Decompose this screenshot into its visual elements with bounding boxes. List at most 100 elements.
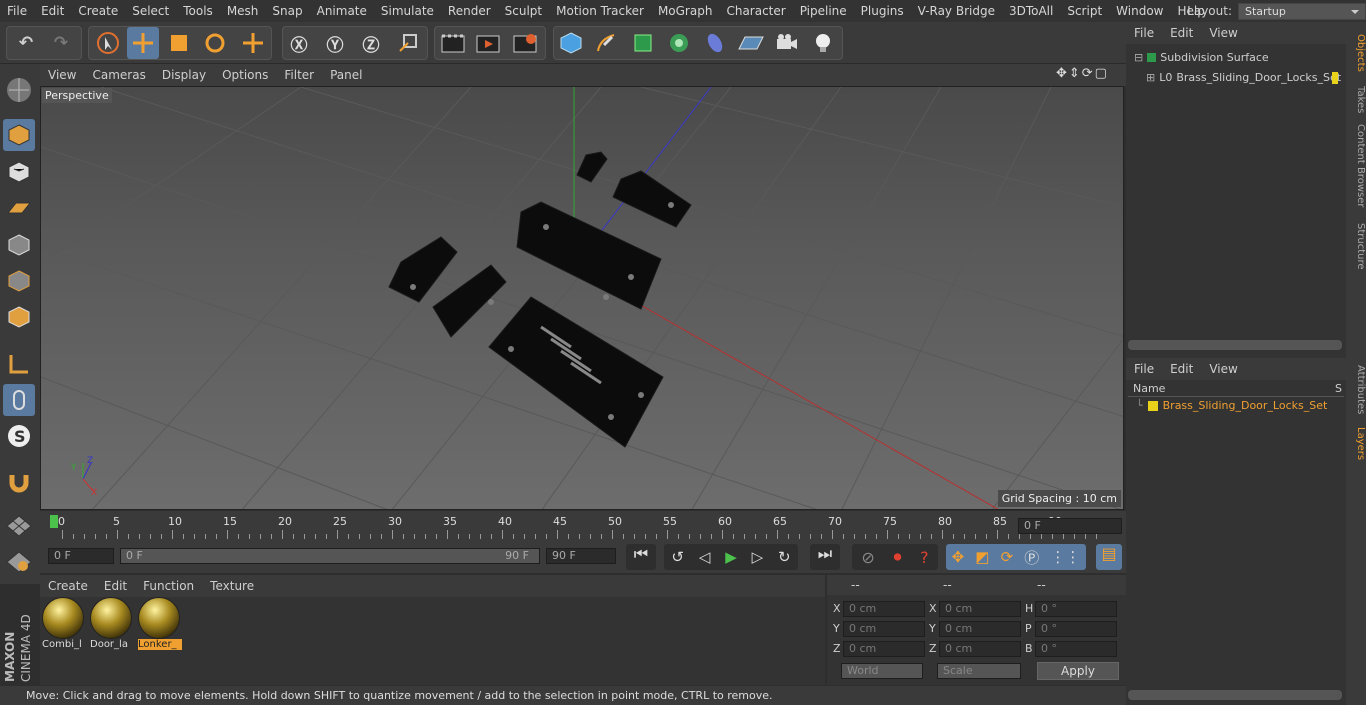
menu-item-plugins[interactable]: Plugins <box>854 4 911 18</box>
menu-item-script[interactable]: Script <box>1060 4 1109 18</box>
key-scale-icon[interactable]: ◩ <box>975 548 989 566</box>
viewport-nav-icons[interactable]: ✥⇕⟳▢ <box>1056 66 1109 81</box>
points-mode-icon[interactable] <box>3 229 35 261</box>
prev-key-icon[interactable]: ↺ <box>671 548 684 566</box>
light-icon[interactable] <box>807 27 839 59</box>
coord-system-dropdown[interactable]: World <box>841 663 923 679</box>
start-frame-field[interactable]: 0 F <box>48 548 114 564</box>
menu-item-sculpt[interactable]: Sculpt <box>498 4 549 18</box>
material-menu-edit[interactable]: Edit <box>96 579 135 593</box>
floor-icon[interactable] <box>735 27 767 59</box>
camera-icon[interactable] <box>771 27 803 59</box>
timeline-window-icon[interactable]: ▤ <box>1096 544 1122 570</box>
object-row[interactable]: ⊞ L0 Brass_Sliding_Door_Locks_Set <box>1146 71 1341 84</box>
tab-takes[interactable]: Takes <box>1346 82 1366 118</box>
menu-item-file[interactable]: File <box>0 4 34 18</box>
viewport-menu-cameras[interactable]: Cameras <box>84 68 153 82</box>
scale-tool-icon[interactable] <box>163 27 195 59</box>
play-icon[interactable]: ▶ <box>725 548 737 566</box>
render-view-icon[interactable] <box>437 27 469 59</box>
goto-start-icon[interactable]: ⏮ <box>626 544 656 570</box>
menu-item-animate[interactable]: Animate <box>310 4 374 18</box>
workplane-icon[interactable] <box>3 192 35 224</box>
objects-hscroll[interactable] <box>1128 340 1342 350</box>
layers-menu-edit[interactable]: Edit <box>1162 362 1201 376</box>
layers-menu-file[interactable]: File <box>1126 362 1162 376</box>
tab-structure[interactable]: Structure <box>1346 220 1366 272</box>
polygons-mode-icon[interactable] <box>3 301 35 333</box>
coord-value-field[interactable]: 0 ° <box>1035 601 1117 617</box>
end-frame-field[interactable]: 90 F <box>546 548 616 564</box>
menu-item-mograph[interactable]: MoGraph <box>651 4 720 18</box>
next-frame-icon[interactable]: ▷ <box>752 548 764 566</box>
record-key-icon[interactable]: ⊘ <box>861 548 874 567</box>
coord-value-field[interactable]: 0 ° <box>1035 621 1117 637</box>
pen-spline-icon[interactable] <box>590 27 622 59</box>
perspective-viewport[interactable]: Y Z X Perspective Grid Spacing : 10 cm <box>40 86 1124 510</box>
render-picture-viewer-icon[interactable] <box>472 27 504 59</box>
menu-item-simulate[interactable]: Simulate <box>374 4 441 18</box>
edges-mode-icon[interactable] <box>3 265 35 297</box>
solo-icon[interactable]: S <box>3 420 35 452</box>
layer-row[interactable]: └ Brass_Sliding_Door_Locks_Set <box>1136 399 1327 412</box>
keyframe-selection-icon[interactable]: ? <box>920 548 929 567</box>
range-slider[interactable]: 0 F 90 F <box>120 548 540 564</box>
material-menu-create[interactable]: Create <box>40 579 96 593</box>
deformer-icon[interactable] <box>699 27 731 59</box>
coord-value-field[interactable]: 0 cm <box>843 601 925 617</box>
grid-snap-icon[interactable] <box>3 510 35 542</box>
material-slot-selected[interactable]: Lonker_ <box>138 597 182 655</box>
model-mode-icon[interactable] <box>3 119 35 151</box>
material-slot[interactable]: Door_la <box>90 597 134 655</box>
menu-item-render[interactable]: Render <box>441 4 498 18</box>
menu-item-window[interactable]: Window <box>1109 4 1170 18</box>
menu-item-v-ray-bridge[interactable]: V-Ray Bridge <box>911 4 1002 18</box>
material-menu-texture[interactable]: Texture <box>202 579 262 593</box>
material-menu-function[interactable]: Function <box>135 579 202 593</box>
undo-icon[interactable]: ↶ <box>10 27 42 59</box>
coord-value-field[interactable]: 0 ° <box>1035 641 1117 657</box>
coord-value-field[interactable]: 0 cm <box>939 601 1021 617</box>
layout-dropdown[interactable]: Startup <box>1238 2 1366 20</box>
tab-objects[interactable]: Objects <box>1346 28 1366 78</box>
axis-mode-icon[interactable] <box>3 348 35 380</box>
coord-value-field[interactable]: 0 cm <box>939 641 1021 657</box>
cloner-icon[interactable] <box>663 27 695 59</box>
timeline-ruler[interactable]: 051015202530354045505560657075808590 0 F <box>40 511 1126 541</box>
viewport-menu-options[interactable]: Options <box>214 68 276 82</box>
goto-end-icon[interactable]: ⏭ <box>810 544 840 570</box>
menu-item-pipeline[interactable]: Pipeline <box>793 4 854 18</box>
make-editable-icon[interactable] <box>3 74 35 106</box>
tab-content-browser[interactable]: Content Browser <box>1346 122 1366 210</box>
tab-attributes[interactable]: Attributes <box>1346 362 1366 418</box>
objects-menu-view[interactable]: View <box>1201 26 1245 40</box>
cube-primitive-icon[interactable] <box>555 27 587 59</box>
layout-selector[interactable]: Layout: Startup <box>1187 0 1366 22</box>
select-tool-icon[interactable] <box>92 27 124 59</box>
menu-item-edit[interactable]: Edit <box>34 4 71 18</box>
material-slot[interactable]: Combi_l <box>42 597 86 655</box>
prev-frame-icon[interactable]: ◁ <box>699 548 711 566</box>
render-settings-icon[interactable] <box>509 27 541 59</box>
menu-item-character[interactable]: Character <box>719 4 792 18</box>
x-axis-lock-icon[interactable]: Ⓧ <box>283 27 315 59</box>
workplane-snap-icon[interactable] <box>3 546 35 578</box>
rotate-tool-icon[interactable] <box>199 27 231 59</box>
objects-menu-file[interactable]: File <box>1126 26 1162 40</box>
redo-icon[interactable]: ↷ <box>45 27 77 59</box>
layers-menu-view[interactable]: View <box>1201 362 1245 376</box>
autokey-icon[interactable]: ⏺ <box>893 547 901 567</box>
menu-item-3dtoall[interactable]: 3DToAll <box>1002 4 1060 18</box>
objects-menu-edit[interactable]: Edit <box>1162 26 1201 40</box>
coordinate-system-icon[interactable] <box>392 27 424 59</box>
tweak-mode-icon[interactable] <box>3 384 35 416</box>
viewport-menu-display[interactable]: Display <box>154 68 214 82</box>
layers-hscroll[interactable] <box>1128 690 1342 700</box>
menu-item-snap[interactable]: Snap <box>265 4 309 18</box>
live-selection-icon[interactable] <box>237 27 269 59</box>
texture-mode-icon[interactable] <box>3 156 35 188</box>
menu-item-create[interactable]: Create <box>71 4 125 18</box>
y-axis-lock-icon[interactable]: Ⓨ <box>319 27 351 59</box>
coord-value-field[interactable]: 0 cm <box>939 621 1021 637</box>
menu-item-mesh[interactable]: Mesh <box>220 4 266 18</box>
